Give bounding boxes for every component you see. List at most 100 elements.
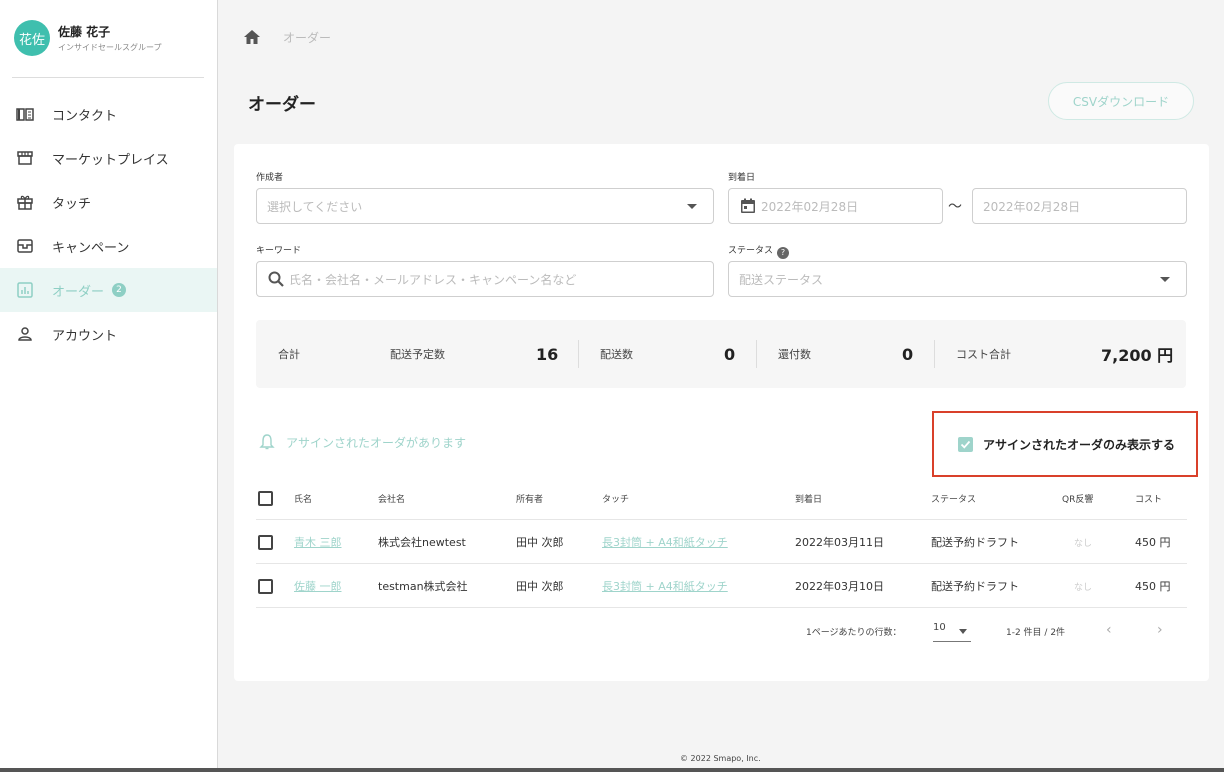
header-touch[interactable]: タッチ (602, 476, 629, 520)
chevron-left-icon[interactable]: ‹ (1106, 622, 1112, 638)
summary-total-label: 合計 (278, 348, 300, 361)
sidebar-item-label: アカウント (52, 328, 118, 344)
summary-returned-label: 還付数 (778, 348, 811, 361)
row-checkbox[interactable] (258, 534, 273, 550)
keyword-placeholder: 氏名・会社名・メールアドレス・キャンペーン名など (289, 272, 577, 287)
arrival-cell: 2022年03月11日 (795, 536, 884, 549)
calendar-icon (739, 197, 757, 215)
status-filter-label: ステータス? (728, 243, 790, 259)
chart-icon (16, 281, 34, 299)
sidebar-nav: コンタクト マーケットプレイス タッチ キャンペーン オーダー 2 アカウント (0, 92, 217, 356)
arrival-from-field[interactable]: 2022年02月28日 (728, 188, 943, 224)
divider (934, 340, 935, 368)
header-owner[interactable]: 所有者 (516, 476, 543, 520)
date-range-separator: 〜 (948, 199, 962, 215)
window-bottom-edge (0, 768, 1224, 772)
bell-icon (258, 433, 276, 451)
header-qr[interactable]: QR反響 (1062, 476, 1093, 520)
header-company[interactable]: 会社名 (378, 476, 405, 520)
order-count-badge: 2 (112, 283, 127, 297)
summary-cost-value: 7,200 円 (1101, 346, 1174, 365)
book-icon (16, 105, 34, 123)
page-range: 1-2 件目 / 2件 (1006, 628, 1066, 638)
cost-cell: 450 円 (1135, 536, 1171, 549)
person-icon (16, 325, 34, 343)
sidebar-item-label: マーケットプレイス (52, 152, 169, 168)
owner-cell: 田中 次郎 (516, 580, 564, 593)
status-cell: 配送予約ドラフト (931, 580, 1019, 593)
arrival-to-field[interactable]: 2022年02月28日 (972, 188, 1187, 224)
summary-shipped-value: 0 (724, 344, 736, 364)
campaign-box-icon (16, 237, 34, 255)
csv-download-button[interactable]: CSVダウンロード (1048, 82, 1194, 120)
sidebar-item-contact[interactable]: コンタクト (0, 92, 217, 136)
sidebar-item-label: コンタクト (52, 108, 118, 124)
assigned-only-filter-highlight: アサインされたオーダのみ表示する (932, 411, 1198, 477)
header-cost[interactable]: コスト (1135, 476, 1162, 520)
divider (756, 340, 757, 368)
sidebar-item-campaign[interactable]: キャンペーン (0, 224, 217, 268)
sidebar-item-label: キャンペーン (52, 240, 130, 256)
keyword-label: キーワード (256, 246, 302, 256)
header-name[interactable]: 氏名 (294, 476, 312, 520)
avatar: 花佐 (14, 20, 50, 56)
select-all-checkbox[interactable] (258, 490, 273, 506)
status-label-text: ステータス (728, 246, 774, 256)
creator-select[interactable]: 選択してください (256, 188, 714, 224)
arrival-cell: 2022年03月10日 (795, 580, 884, 593)
summary-returned-value: 0 (902, 344, 914, 364)
qr-cell: なし (1074, 582, 1093, 593)
help-icon[interactable]: ? (777, 246, 790, 259)
sidebar-divider (12, 77, 204, 78)
header-arrival[interactable]: 到着日 (795, 476, 822, 520)
pagination: 1ページあたりの行数： 10 1-2 件目 / 2件 ‹ › (256, 620, 1187, 644)
rows-per-page-label: 1ページあたりの行数： (806, 628, 902, 638)
status-select[interactable]: 配送ステータス (728, 261, 1187, 297)
sidebar-item-touch[interactable]: タッチ (0, 180, 217, 224)
search-icon (267, 270, 285, 288)
assigned-only-checkbox[interactable] (958, 436, 973, 452)
profile-name: 佐藤 花子 (58, 25, 111, 39)
contact-name-link[interactable]: 佐藤 一郎 (294, 578, 342, 594)
creator-label: 作成者 (256, 173, 284, 183)
sidebar-item-marketplace[interactable]: マーケットプレイス (0, 136, 217, 180)
gift-icon (16, 193, 34, 211)
orders-card: 作成者 選択してください 到着日 2022年02月28日 〜 2022年02月2… (234, 144, 1209, 681)
qr-cell: なし (1074, 538, 1093, 549)
chevron-down-icon (959, 629, 967, 634)
owner-cell: 田中 次郎 (516, 536, 564, 549)
summary-scheduled-label: 配送予定数 (390, 348, 445, 361)
company-cell: 株式会社newtest (378, 536, 466, 549)
sidebar: 花佐 佐藤 花子 インサイドセールスグループ コンタクト マーケットプレイス タ… (0, 0, 218, 772)
touch-link[interactable]: 長3封筒 + A4和紙タッチ (602, 534, 728, 550)
footer-copyright: © 2022 Smapo, Inc. (680, 754, 761, 763)
store-icon (16, 149, 34, 167)
chevron-down-icon (1160, 277, 1170, 282)
page-title: オーダー (248, 95, 316, 115)
sidebar-item-order[interactable]: オーダー 2 (0, 268, 217, 312)
orders-table: 氏名 会社名 所有者 タッチ 到着日 ステータス QR反響 コスト 青木 三郎 … (256, 476, 1187, 608)
header-status[interactable]: ステータス (931, 476, 976, 520)
contact-name-link[interactable]: 青木 三郎 (294, 534, 342, 550)
profile[interactable]: 花佐 佐藤 花子 インサイドセールスグループ (14, 20, 162, 56)
home-icon[interactable] (243, 28, 261, 46)
keyword-search-input[interactable]: 氏名・会社名・メールアドレス・キャンペーン名など (256, 261, 714, 297)
sidebar-item-account[interactable]: アカウント (0, 312, 217, 356)
assigned-orders-notice: アサインされたオーダがあります (258, 433, 466, 451)
divider (578, 340, 579, 368)
row-checkbox[interactable] (258, 578, 273, 594)
assigned-only-label[interactable]: アサインされたオーダのみ表示する (983, 436, 1175, 453)
breadcrumb: オーダー (243, 28, 331, 46)
sidebar-item-label: タッチ (52, 196, 92, 212)
company-cell: testman株式会社 (378, 580, 468, 593)
summary-cost-label: コスト合計 (956, 348, 1011, 361)
chevron-right-icon[interactable]: › (1157, 622, 1163, 638)
arrival-from-value: 2022年02月28日 (761, 199, 859, 214)
touch-link[interactable]: 長3封筒 + A4和紙タッチ (602, 578, 728, 594)
table-row[interactable]: 青木 三郎 株式会社newtest 田中 次郎 長3封筒 + A4和紙タッチ 2… (256, 520, 1187, 564)
rows-per-page-select[interactable]: 10 (933, 622, 971, 642)
assigned-notice-text: アサインされたオーダがあります (286, 435, 467, 450)
summary-shipped-label: 配送数 (600, 348, 633, 361)
status-placeholder: 配送ステータス (739, 272, 824, 287)
table-row[interactable]: 佐藤 一郎 testman株式会社 田中 次郎 長3封筒 + A4和紙タッチ 2… (256, 564, 1187, 608)
